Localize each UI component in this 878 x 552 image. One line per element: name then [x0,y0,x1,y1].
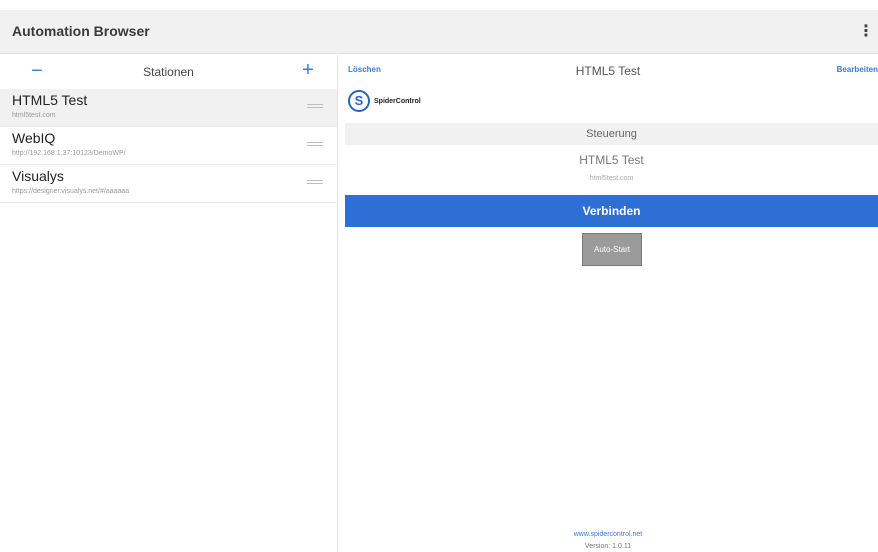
spidercontrol-logo: S SpiderControl [348,89,421,113]
station-name: HTML5 Test [12,92,88,108]
station-url: html5test.com [12,112,56,119]
app-bar: Automation Browser ⋮ [0,10,878,54]
detail-station-url: html5test.com [589,175,634,182]
add-station-button[interactable]: + [298,59,318,81]
station-list: HTML5 Test html5test.com WebIQ http://19… [0,89,337,203]
detail-station-name: HTML5 Test [579,153,644,167]
stations-title: Stationen [143,65,194,79]
station-item-html5-test[interactable]: HTML5 Test html5test.com [0,89,337,127]
drag-handle-icon[interactable] [307,180,323,187]
section-header: Steuerung [345,123,878,145]
app-title: Automation Browser [12,23,150,39]
connect-button[interactable]: Verbinden [345,195,878,227]
autostart-button[interactable]: Auto-Start [582,233,642,266]
station-name: Visualys [12,168,64,184]
version-label: Version: 1.0.11 [584,543,632,550]
stations-header: − Stationen + [0,55,337,89]
station-name: WebIQ [12,130,56,146]
website-link[interactable]: www.spidercontrol.net [338,531,878,538]
station-item-visualys[interactable]: Visualys https://designer.visualys.net/#… [0,165,337,203]
station-item-webiq[interactable]: WebIQ http://192.168.1.37:10123/DemoWP/ [0,127,337,165]
drag-handle-icon[interactable] [307,104,323,111]
station-url: http://192.168.1.37:10123/DemoWP/ [12,150,126,157]
detail-header: Löschen HTML5 Test Bearbeiten [338,55,878,85]
overflow-menu-icon[interactable]: ⋮ [858,22,874,42]
station-url: https://designer.visualys.net/#/aaaaaa [12,188,130,195]
spidercontrol-logo-icon: S [348,90,370,112]
stations-panel: − Stationen + HTML5 Test html5test.com W… [0,55,337,552]
detail-title: HTML5 Test [575,64,641,78]
logo-text: SpiderControl [374,97,421,105]
edit-button[interactable]: Bearbeiten [837,65,878,74]
drag-handle-icon[interactable] [307,142,323,149]
station-detail-panel: Löschen HTML5 Test Bearbeiten S SpiderCo… [338,55,878,552]
